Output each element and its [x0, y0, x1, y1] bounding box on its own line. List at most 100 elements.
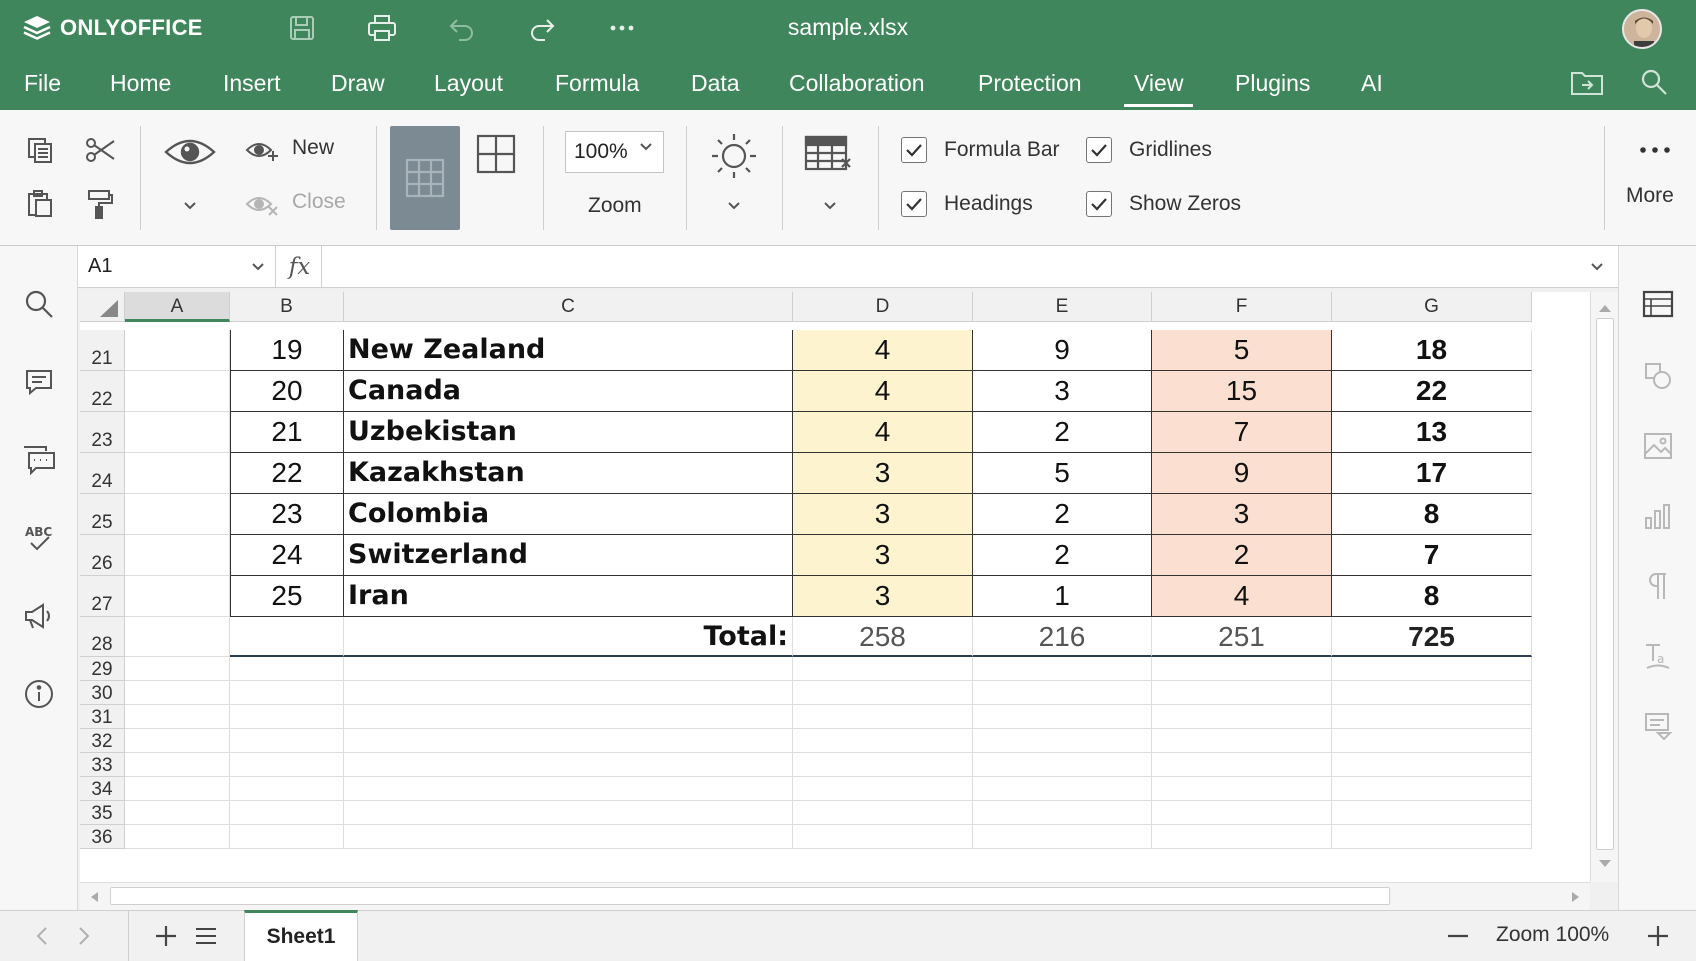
cell-d[interactable]: 4: [793, 371, 973, 412]
empty-cell[interactable]: [793, 729, 973, 753]
split-panes-button[interactable]: [470, 130, 522, 178]
empty-cell[interactable]: [1332, 825, 1532, 849]
interface-theme-icon[interactable]: [706, 128, 762, 184]
gridlines-label[interactable]: Gridlines: [1129, 138, 1212, 162]
tab-formula[interactable]: Formula: [555, 70, 639, 97]
row-header[interactable]: 24: [80, 453, 125, 494]
cell-d[interactable]: 3: [793, 453, 973, 494]
gridlines-checkbox[interactable]: [1086, 137, 1112, 163]
row-header[interactable]: 28: [80, 617, 125, 657]
empty-cell[interactable]: [973, 753, 1152, 777]
name-box-chevron-icon[interactable]: [251, 262, 265, 272]
empty-cell[interactable]: [1332, 705, 1532, 729]
tab-protection[interactable]: Protection: [978, 70, 1082, 97]
vertical-scroll-thumb[interactable]: [1596, 318, 1614, 850]
cell-f[interactable]: 15: [1152, 371, 1332, 412]
sheet-view-chevron-icon[interactable]: [178, 196, 202, 216]
open-file-location-icon[interactable]: [1570, 68, 1604, 96]
cell-rank[interactable]: 22: [230, 453, 344, 494]
cell-rank[interactable]: 24: [230, 535, 344, 576]
formula-bar-checkbox[interactable]: [901, 137, 927, 163]
tab-draw[interactable]: Draw: [331, 70, 385, 97]
headings-label[interactable]: Headings: [944, 192, 1033, 216]
empty-cell[interactable]: [1332, 681, 1532, 705]
column-header-d[interactable]: D: [793, 292, 973, 322]
sheet-list-icon[interactable]: [194, 925, 218, 947]
row-header[interactable]: 33: [80, 753, 125, 777]
previous-sheet-icon[interactable]: [34, 925, 50, 947]
total-g[interactable]: 725: [1332, 617, 1532, 657]
empty-cell[interactable]: [344, 705, 793, 729]
cell-e[interactable]: 3: [973, 371, 1152, 412]
empty-cell[interactable]: [793, 705, 973, 729]
cell-g[interactable]: 18: [1332, 330, 1532, 371]
cell-f[interactable]: 2: [1152, 535, 1332, 576]
empty-cell[interactable]: [230, 681, 344, 705]
view-table-chevron-icon[interactable]: [818, 196, 842, 216]
undo-icon[interactable]: [422, 8, 502, 48]
cell-country[interactable]: New Zealand: [344, 330, 793, 371]
empty-cell[interactable]: [230, 705, 344, 729]
empty-cell[interactable]: [973, 681, 1152, 705]
cell-f[interactable]: 9: [1152, 453, 1332, 494]
empty-cell[interactable]: [1152, 729, 1332, 753]
cell-country[interactable]: Switzerland: [344, 535, 793, 576]
horizontal-scrollbar[interactable]: [80, 882, 1590, 910]
cell-g[interactable]: 8: [1332, 576, 1532, 617]
column-header-g[interactable]: G: [1332, 292, 1532, 322]
zoom-select[interactable]: 100%: [565, 131, 664, 173]
empty-cell[interactable]: [344, 657, 793, 681]
cell-g[interactable]: 22: [1332, 371, 1532, 412]
formula-input[interactable]: [326, 246, 1566, 288]
tab-data[interactable]: Data: [691, 70, 740, 97]
tab-insert[interactable]: Insert: [223, 70, 281, 97]
user-avatar[interactable]: [1622, 9, 1662, 49]
scroll-down-arrow-icon[interactable]: [1597, 858, 1613, 870]
cell-country[interactable]: Iran: [344, 576, 793, 617]
cell-d[interactable]: 4: [793, 330, 973, 371]
cell-country[interactable]: Canada: [344, 371, 793, 412]
search-icon[interactable]: [1640, 68, 1668, 96]
cell-g[interactable]: 7: [1332, 535, 1532, 576]
column-header-b[interactable]: B: [230, 292, 344, 322]
empty-cell[interactable]: [973, 705, 1152, 729]
tab-home[interactable]: Home: [110, 70, 171, 97]
tab-plugins[interactable]: Plugins: [1235, 70, 1310, 97]
column-header-a[interactable]: A: [125, 292, 230, 322]
cell-rank[interactable]: 21: [230, 412, 344, 453]
tab-layout[interactable]: Layout: [434, 70, 503, 97]
show-zeros-label[interactable]: Show Zeros: [1129, 192, 1241, 216]
more-label[interactable]: More: [1626, 184, 1674, 208]
horizontal-scroll-thumb[interactable]: [110, 887, 1390, 905]
cell-f[interactable]: 4: [1152, 576, 1332, 617]
cell-a[interactable]: [125, 453, 230, 494]
tab-view[interactable]: View: [1123, 70, 1194, 107]
cell-d[interactable]: 3: [793, 494, 973, 535]
empty-cell[interactable]: [1152, 777, 1332, 801]
cell-a[interactable]: [125, 371, 230, 412]
next-sheet-icon[interactable]: [76, 925, 92, 947]
vertical-scrollbar[interactable]: [1590, 292, 1618, 882]
cell-rank[interactable]: 20: [230, 371, 344, 412]
cell-a[interactable]: [125, 535, 230, 576]
cell-e[interactable]: 5: [973, 453, 1152, 494]
empty-cell[interactable]: [125, 825, 230, 849]
empty-cell[interactable]: [230, 753, 344, 777]
cell-a[interactable]: [125, 576, 230, 617]
cell-e[interactable]: 9: [973, 330, 1152, 371]
print-icon[interactable]: [342, 8, 422, 48]
cell-f[interactable]: 3: [1152, 494, 1332, 535]
empty-cell[interactable]: [973, 825, 1152, 849]
total-f[interactable]: 251: [1152, 617, 1332, 657]
expand-formula-bar-chevron-icon[interactable]: [1590, 262, 1604, 272]
empty-cell[interactable]: [793, 801, 973, 825]
scroll-left-arrow-icon[interactable]: [88, 890, 100, 904]
cell-rank[interactable]: 25: [230, 576, 344, 617]
empty-cell[interactable]: [344, 801, 793, 825]
cell-country[interactable]: Uzbekistan: [344, 412, 793, 453]
empty-cell[interactable]: [1332, 657, 1532, 681]
zoom-in-icon[interactable]: [1646, 924, 1670, 948]
cell-f[interactable]: 7: [1152, 412, 1332, 453]
empty-cell[interactable]: [1152, 705, 1332, 729]
insert-function-button[interactable]: fx: [278, 246, 322, 288]
